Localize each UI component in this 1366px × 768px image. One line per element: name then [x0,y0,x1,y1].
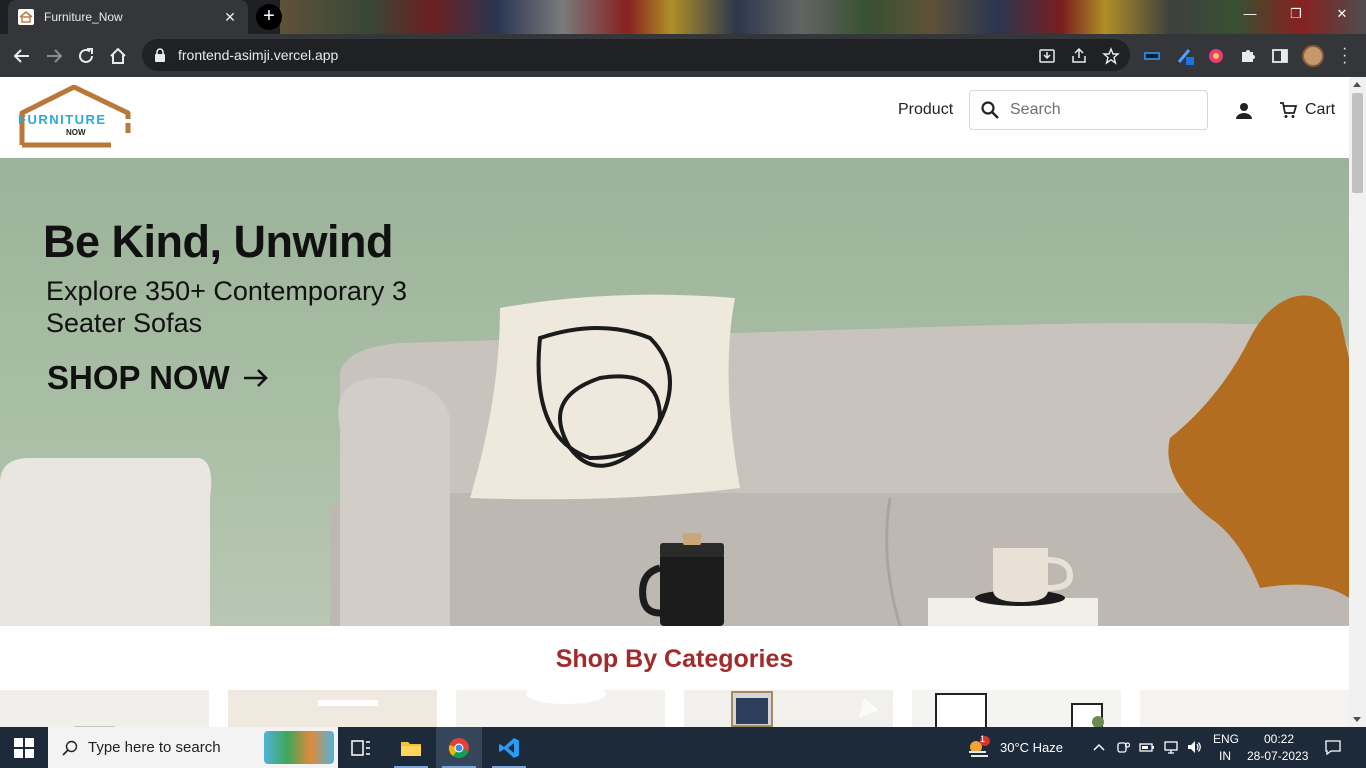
extensions-puzzle-icon[interactable] [1238,46,1258,66]
browser-tab-strip: Furniture_Now ✕ + — ❐ ✕ [0,0,1366,34]
language-code[interactable]: ENG [1213,732,1239,746]
extension-2-icon[interactable] [1176,46,1196,66]
address-bar[interactable]: frontend-asimji.vercel.app [142,39,1130,71]
browser-menu-icon[interactable]: · · · [1342,41,1348,71]
lock-icon [155,48,165,62]
taskbar-search[interactable]: Type here to search [48,727,338,768]
category-card[interactable] [1140,690,1349,727]
page-scrollbar[interactable] [1349,77,1366,727]
back-arrow-icon [13,49,29,63]
category-card[interactable] [684,690,893,727]
install-app-icon[interactable] [1038,47,1056,65]
url-text: frontend-asimji.vercel.app [178,47,339,63]
back-button[interactable] [9,43,35,69]
extension-1-icon[interactable] [1142,46,1162,66]
search-icon [981,101,999,119]
hero-subtitle: Explore 350+ Contemporary 3 Seater Sofas [46,276,407,338]
weather-haze-icon[interactable] [966,735,992,761]
notification-center-icon[interactable] [1325,739,1341,755]
extension-3-icon[interactable] [1206,46,1226,66]
shop-by-categories-heading: Shop By Categories [555,645,794,673]
category-card[interactable] [0,690,209,727]
forward-button[interactable] [41,43,67,69]
folder-icon [401,741,421,756]
category-card[interactable] [912,690,1121,727]
weather-text[interactable]: 30°C Haze [1000,740,1063,755]
hero-banner[interactable]: Be Kind, Unwind Explore 350+ Contemporar… [0,158,1349,626]
new-tab-button[interactable]: + [256,4,282,30]
side-panel-icon[interactable] [1270,46,1290,66]
search-icon [62,740,78,756]
bookmark-star-icon[interactable] [1102,47,1120,65]
cart-icon [1280,102,1297,118]
category-carousel [0,690,1349,727]
browser-tab[interactable]: Furniture_Now ✕ [8,0,248,34]
search-box[interactable] [969,90,1208,130]
profile-avatar[interactable] [1302,45,1324,67]
file-explorer-button[interactable] [388,727,434,768]
logo-wordmark: FURNITURE [18,112,107,127]
vscode-button[interactable] [486,727,532,768]
scroll-thumb[interactable] [1352,93,1363,193]
chrome-icon [448,737,469,758]
web-page: FURNITURE NOW Product Cart [0,77,1349,727]
close-window-button[interactable]: ✕ [1332,6,1352,22]
clock-time[interactable]: 00:22 [1264,732,1294,746]
hero-title: Be Kind, Unwind [43,216,393,267]
cart-label: Cart [1305,101,1336,118]
cart-link[interactable]: Cart [1279,101,1335,119]
search-input[interactable] [1010,101,1200,119]
shop-now-label: SHOP NOW [47,359,230,396]
arrow-right-icon [243,369,268,387]
reload-icon [79,48,93,63]
furniture-now-logo[interactable]: FURNITURE NOW [16,85,144,151]
search-highlight-art [264,731,334,764]
shop-now-button[interactable]: SHOP NOW [47,359,270,397]
scroll-down-icon[interactable] [1353,717,1361,722]
minimize-button[interactable]: — [1240,6,1260,21]
network-icon[interactable] [1163,739,1179,755]
task-view-button[interactable] [338,727,384,768]
weather-alert-badge: 1 [980,734,986,744]
site-favicon-icon [18,9,34,25]
volume-icon[interactable] [1186,739,1202,755]
windows-start-icon[interactable] [14,738,34,758]
language-region[interactable]: IN [1219,749,1231,763]
category-card[interactable] [456,690,665,727]
nav-product-link[interactable]: Product [898,101,953,119]
taskbar-search-placeholder: Type here to search [88,739,221,756]
forward-arrow-icon [47,49,63,63]
logo-subtext: NOW [66,128,86,137]
vscode-icon [499,737,519,758]
maximize-button[interactable]: ❐ [1286,6,1306,22]
clock-date[interactable]: 28-07-2023 [1247,749,1308,763]
chrome-button[interactable] [436,727,482,768]
scroll-up-icon[interactable] [1353,82,1361,87]
browser-toolbar: frontend-asimji.vercel.app [0,34,1366,77]
user-account-icon[interactable] [1235,102,1253,120]
reload-button[interactable] [73,43,99,69]
home-icon [110,47,126,64]
browser-theme-art [280,0,1366,34]
windows-taskbar: Type here to search 1 30°C Haze ENG IN 0… [0,727,1366,768]
task-view-icon [351,739,370,756]
tab-close-icon[interactable]: ✕ [222,9,238,26]
meet-now-icon[interactable] [1115,739,1131,755]
battery-icon[interactable] [1139,739,1155,755]
show-hidden-icons-chevron-icon[interactable] [1091,739,1107,755]
tab-title: Furniture_Now [44,10,123,24]
share-icon[interactable] [1070,47,1088,65]
home-button[interactable] [105,43,131,69]
site-header: FURNITURE NOW Product Cart [0,77,1349,158]
category-card[interactable] [228,690,437,727]
